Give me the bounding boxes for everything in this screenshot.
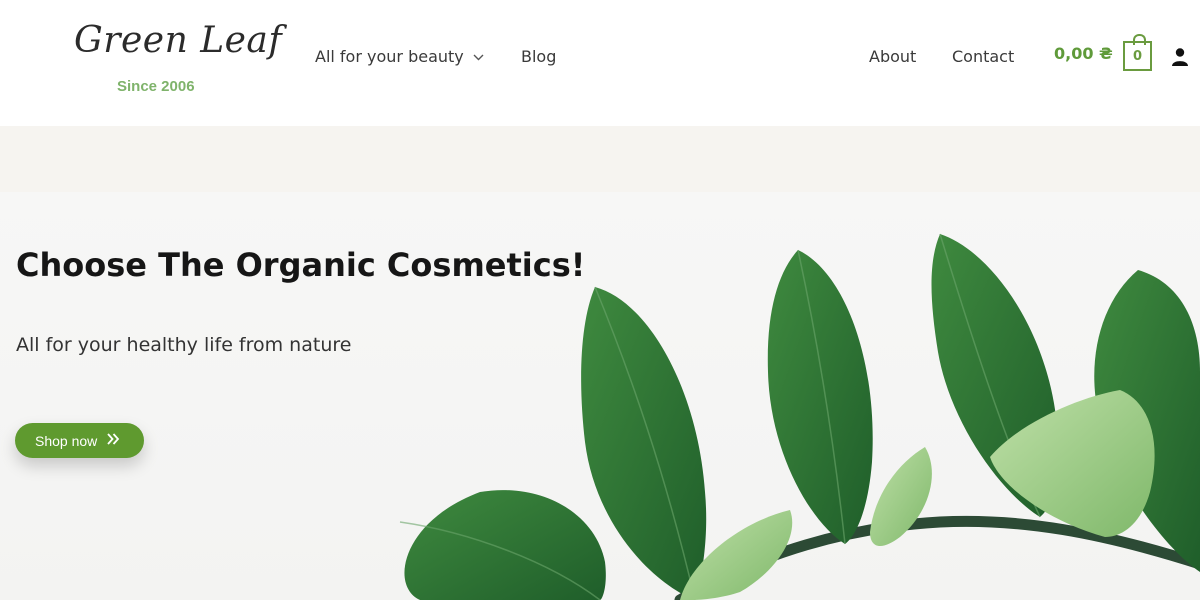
logo-tagline: Since 2006	[117, 78, 195, 95]
nav-item-blog[interactable]: Blog	[521, 44, 556, 68]
nav-item-contact[interactable]: Contact	[952, 44, 1014, 68]
shop-now-button[interactable]: Shop now	[15, 423, 144, 458]
cart-count: 0	[1132, 48, 1143, 64]
site-header: Green Leaf Since 2006 All for your beaut…	[0, 0, 1200, 126]
hero-title: Choose The Organic Cosmetics!	[16, 246, 586, 284]
hero-subtitle: All for your healthy life from nature	[16, 334, 352, 356]
double-chevron-right-icon	[106, 432, 120, 449]
nav-item-about[interactable]: About	[869, 44, 916, 68]
cart-total[interactable]: 0,00 ₴	[1054, 44, 1113, 63]
logo-wordmark: Green Leaf	[74, 20, 283, 61]
shopping-bag-icon[interactable]: 0	[1123, 34, 1152, 71]
hero-section: Choose The Organic Cosmetics! All for yo…	[0, 192, 1200, 600]
site-logo[interactable]: Green Leaf Since 2006	[72, 14, 282, 104]
nav-item-beauty-label: All for your beauty	[315, 46, 464, 66]
chevron-down-icon	[473, 51, 484, 64]
nav-item-beauty[interactable]: All for your beauty	[315, 44, 484, 68]
shop-now-label: Shop now	[35, 432, 98, 449]
user-icon[interactable]	[1170, 47, 1190, 67]
announcement-band	[0, 126, 1200, 192]
